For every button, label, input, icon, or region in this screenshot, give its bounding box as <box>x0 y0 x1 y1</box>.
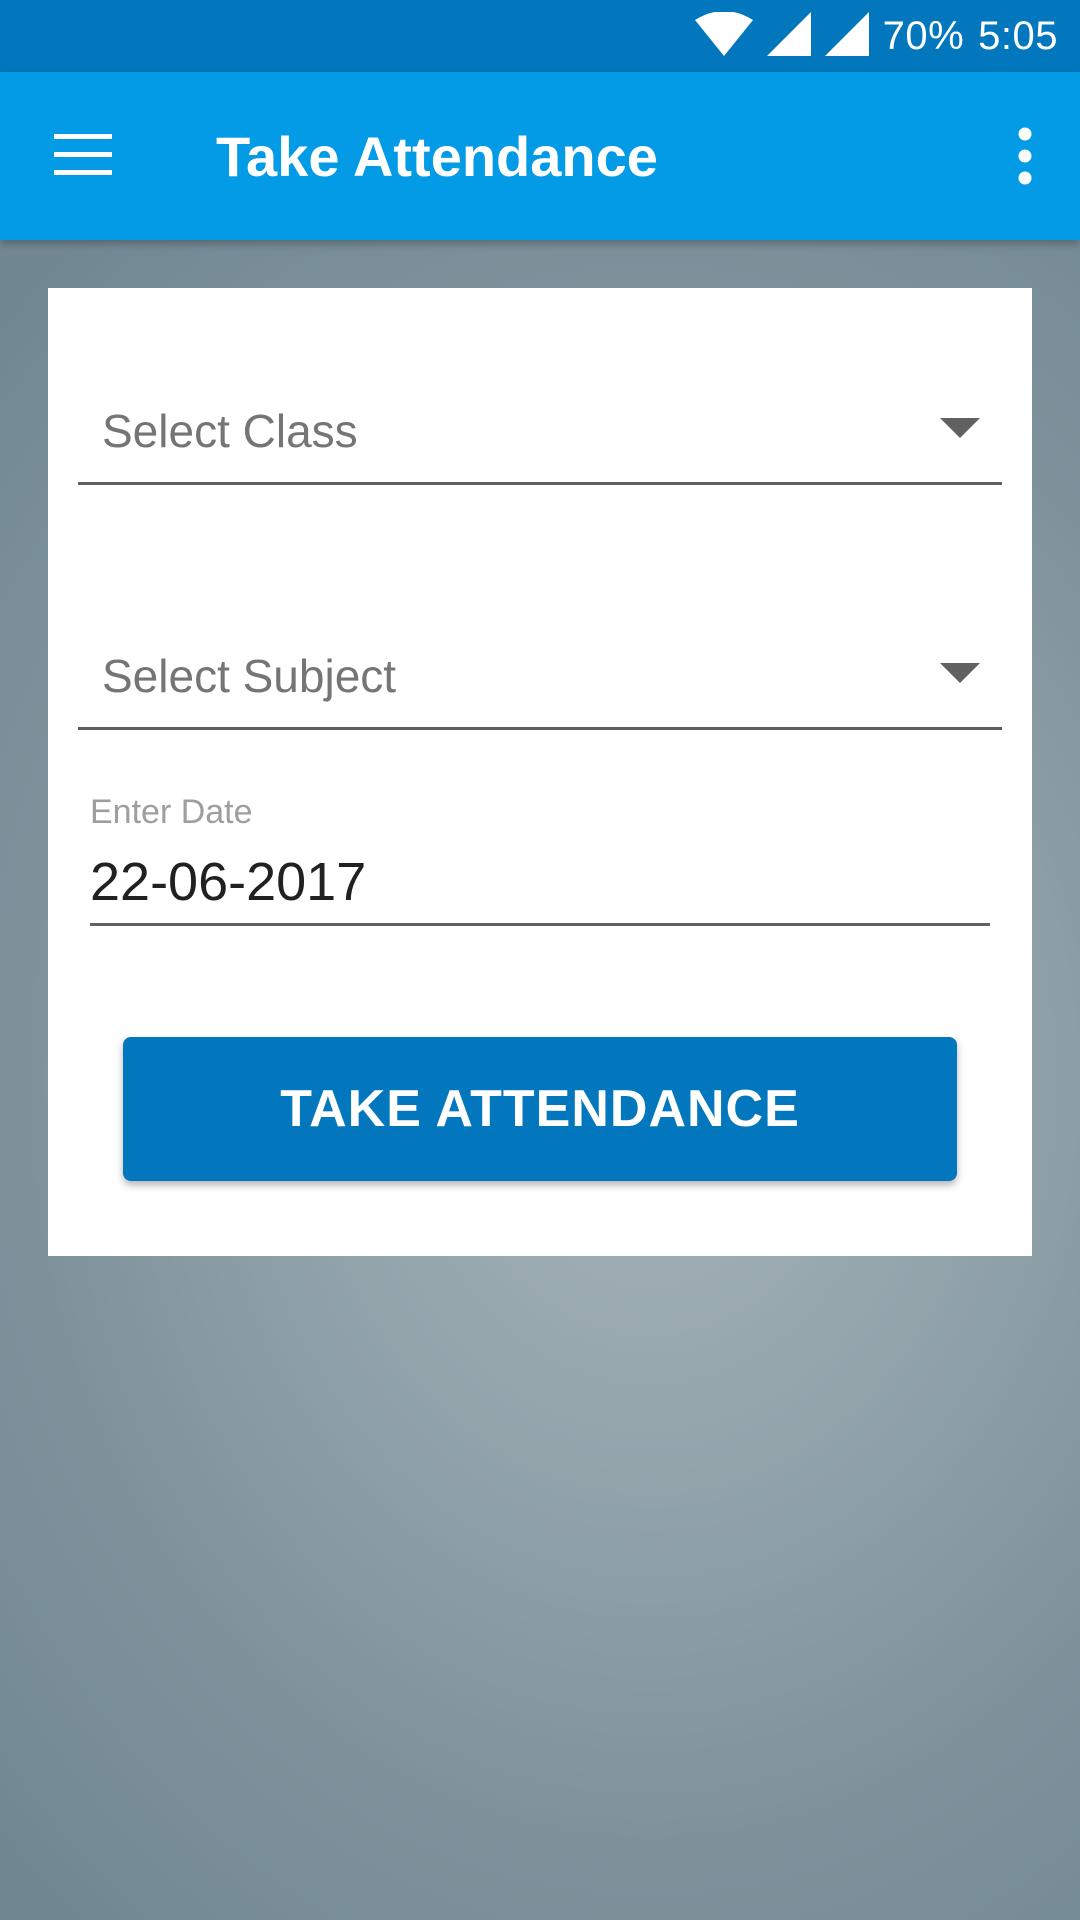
status-bar: 70% 5:05 <box>0 0 1080 72</box>
signal-icon <box>766 11 811 61</box>
status-icons: 70% 5:05 <box>694 0 1058 72</box>
battery-percent: 70% <box>882 13 965 58</box>
signal-icon <box>824 11 869 61</box>
date-input[interactable] <box>90 841 990 926</box>
dropdown-arrow-icon <box>940 663 980 685</box>
take-attendance-button[interactable]: TAKE ATTENDANCE <box>123 1037 957 1181</box>
dropdown-arrow-icon <box>940 418 980 440</box>
app-bar: Take Attendance <box>0 72 1080 240</box>
select-class-spinner[interactable]: Select Class <box>78 382 1002 485</box>
page-title: Take Attendance <box>216 124 658 188</box>
wifi-icon <box>694 10 753 61</box>
select-class-label: Select Class <box>102 405 358 457</box>
menu-icon[interactable] <box>54 134 112 176</box>
select-subject-spinner[interactable]: Select Subject <box>78 627 1002 730</box>
date-label: Enter Date <box>90 793 253 831</box>
clock: 5:05 <box>978 13 1058 58</box>
attendance-form-card: Select Class Select Subject Enter Date T… <box>48 288 1032 1256</box>
date-field: Enter Date <box>90 793 990 933</box>
select-subject-label: Select Subject <box>102 650 397 702</box>
more-vert-icon[interactable] <box>1000 120 1050 192</box>
